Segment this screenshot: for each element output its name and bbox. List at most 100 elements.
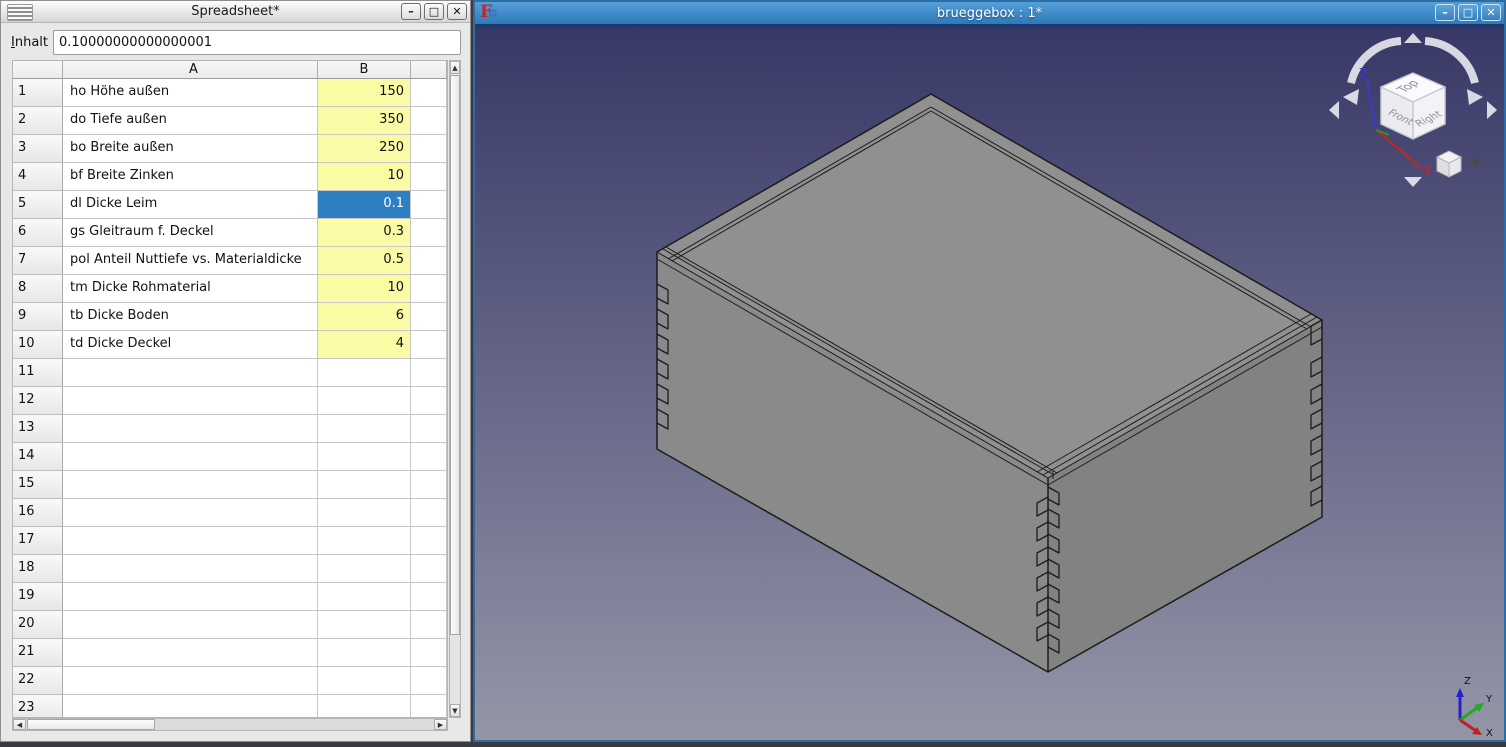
cell-extra[interactable] bbox=[411, 527, 447, 555]
navcube-arrow-left-icon[interactable] bbox=[1329, 101, 1339, 119]
row-header-cell[interactable]: 22 bbox=[13, 667, 63, 695]
navcube-minicube-icon[interactable] bbox=[1437, 151, 1461, 177]
cell-a[interactable] bbox=[63, 695, 318, 718]
cell-b[interactable]: 10 bbox=[318, 163, 411, 191]
row-header-cell[interactable]: 23 bbox=[13, 695, 63, 718]
cell-a[interactable]: do Tiefe außen bbox=[63, 107, 318, 135]
cell-a[interactable]: ho Höhe außen bbox=[63, 79, 318, 107]
scroll-left-icon[interactable]: ◀ bbox=[13, 719, 26, 730]
cell-b[interactable]: 0.3 bbox=[318, 219, 411, 247]
cell-b[interactable]: 150 bbox=[318, 79, 411, 107]
vertical-scrollbar[interactable]: ▲ ▼ bbox=[449, 60, 461, 718]
row-header-cell[interactable]: 11 bbox=[13, 359, 63, 387]
column-extra-header[interactable] bbox=[411, 61, 447, 79]
maximize-icon[interactable]: □ bbox=[1458, 4, 1478, 21]
cell-extra[interactable] bbox=[411, 219, 447, 247]
cell-a[interactable]: tb Dicke Boden bbox=[63, 303, 318, 331]
horizontal-scrollbar-thumb[interactable] bbox=[27, 719, 155, 730]
row-header-cell[interactable]: 5 bbox=[13, 191, 63, 219]
close-icon[interactable]: ✕ bbox=[1481, 4, 1501, 21]
row-header-cell[interactable]: 18 bbox=[13, 555, 63, 583]
cell-a[interactable]: gs Gleitraum f. Deckel bbox=[63, 219, 318, 247]
row-header-cell[interactable]: 3 bbox=[13, 135, 63, 163]
cell-a[interactable]: td Dicke Deckel bbox=[63, 331, 318, 359]
cell-b[interactable]: 250 bbox=[318, 135, 411, 163]
cell-b[interactable] bbox=[318, 639, 411, 667]
cell-a[interactable] bbox=[63, 583, 318, 611]
navcube-dropdown-icon[interactable] bbox=[1469, 159, 1483, 168]
cell-extra[interactable] bbox=[411, 191, 447, 219]
cell-b[interactable] bbox=[318, 555, 411, 583]
cell-extra[interactable] bbox=[411, 331, 447, 359]
corner-header-cell[interactable] bbox=[13, 61, 63, 79]
cell-b[interactable] bbox=[318, 583, 411, 611]
cell-b[interactable]: 6 bbox=[318, 303, 411, 331]
cell-b[interactable]: 350 bbox=[318, 107, 411, 135]
cell-extra[interactable] bbox=[411, 359, 447, 387]
row-header-cell[interactable]: 10 bbox=[13, 331, 63, 359]
cell-extra[interactable] bbox=[411, 667, 447, 695]
cell-b[interactable] bbox=[318, 443, 411, 471]
cell-extra[interactable] bbox=[411, 695, 447, 718]
3d-viewport[interactable]: Z X Top Front Right bbox=[475, 24, 1504, 740]
column-a-header[interactable]: A bbox=[63, 61, 318, 79]
row-header-cell[interactable]: 21 bbox=[13, 639, 63, 667]
cell-b[interactable]: 4 bbox=[318, 331, 411, 359]
row-header-cell[interactable]: 2 bbox=[13, 107, 63, 135]
vertical-scrollbar-thumb[interactable] bbox=[450, 75, 460, 635]
cell-extra[interactable] bbox=[411, 499, 447, 527]
cell-b[interactable] bbox=[318, 695, 411, 718]
cell-b[interactable] bbox=[318, 611, 411, 639]
cell-b[interactable] bbox=[318, 415, 411, 443]
row-header-cell[interactable]: 9 bbox=[13, 303, 63, 331]
minimize-icon[interactable]: – bbox=[1435, 4, 1455, 21]
row-header-cell[interactable]: 4 bbox=[13, 163, 63, 191]
row-header-cell[interactable]: 15 bbox=[13, 471, 63, 499]
minimize-icon[interactable]: – bbox=[401, 3, 421, 20]
cell-extra[interactable] bbox=[411, 611, 447, 639]
horizontal-scrollbar[interactable]: ◀ ▶ bbox=[12, 718, 448, 731]
cell-content-input[interactable] bbox=[53, 30, 461, 55]
cell-a[interactable] bbox=[63, 639, 318, 667]
close-icon[interactable]: ✕ bbox=[447, 3, 467, 20]
cell-b[interactable]: 0.5 bbox=[318, 247, 411, 275]
cell-extra[interactable] bbox=[411, 247, 447, 275]
row-header-cell[interactable]: 7 bbox=[13, 247, 63, 275]
navigation-cube[interactable]: Z X Top Front Right bbox=[1327, 31, 1499, 189]
cell-b[interactable] bbox=[318, 387, 411, 415]
scroll-up-icon[interactable]: ▲ bbox=[450, 61, 460, 74]
cell-a[interactable]: tm Dicke Rohmaterial bbox=[63, 275, 318, 303]
cell-extra[interactable] bbox=[411, 443, 447, 471]
cell-extra[interactable] bbox=[411, 303, 447, 331]
cell-a[interactable]: bf Breite Zinken bbox=[63, 163, 318, 191]
cell-a[interactable] bbox=[63, 527, 318, 555]
navcube-arrow-right-icon[interactable] bbox=[1487, 101, 1497, 119]
cell-a[interactable] bbox=[63, 415, 318, 443]
cell-a[interactable]: dl Dicke Leim bbox=[63, 191, 318, 219]
3d-view-titlebar[interactable]: F ⚙ brueggebox : 1* – □ ✕ bbox=[475, 2, 1504, 24]
cell-a[interactable]: bo Breite außen bbox=[63, 135, 318, 163]
row-header-cell[interactable]: 8 bbox=[13, 275, 63, 303]
cell-b[interactable] bbox=[318, 527, 411, 555]
cell-a[interactable]: pol Anteil Nuttiefe vs. Materialdicke bbox=[63, 247, 318, 275]
cell-a[interactable] bbox=[63, 499, 318, 527]
row-header-cell[interactable]: 13 bbox=[13, 415, 63, 443]
selected-cell[interactable]: 0.1 bbox=[318, 191, 411, 219]
row-header-cell[interactable]: 20 bbox=[13, 611, 63, 639]
row-header-cell[interactable]: 14 bbox=[13, 443, 63, 471]
cell-a[interactable] bbox=[63, 555, 318, 583]
row-header-cell[interactable]: 6 bbox=[13, 219, 63, 247]
row-header-cell[interactable]: 16 bbox=[13, 499, 63, 527]
cell-b[interactable]: 10 bbox=[318, 275, 411, 303]
cell-b[interactable] bbox=[318, 499, 411, 527]
maximize-icon[interactable]: □ bbox=[424, 3, 444, 20]
cell-extra[interactable] bbox=[411, 387, 447, 415]
navcube-arrow-up-icon[interactable] bbox=[1404, 33, 1422, 43]
cell-extra[interactable] bbox=[411, 639, 447, 667]
row-header-cell[interactable]: 12 bbox=[13, 387, 63, 415]
cell-extra[interactable] bbox=[411, 555, 447, 583]
scroll-down-icon[interactable]: ▼ bbox=[450, 704, 460, 717]
cell-a[interactable] bbox=[63, 359, 318, 387]
cell-extra[interactable] bbox=[411, 415, 447, 443]
cell-a[interactable] bbox=[63, 611, 318, 639]
